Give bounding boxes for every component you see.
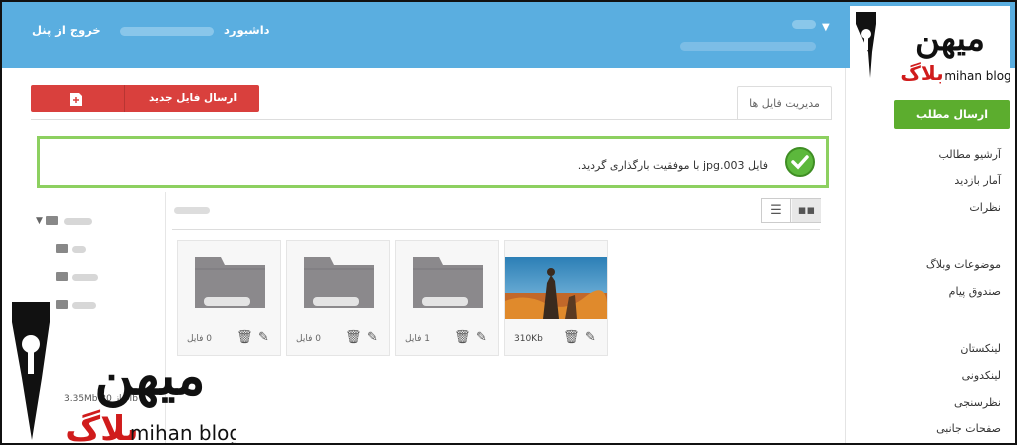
user-email-blurred	[680, 42, 816, 51]
list-view-icon[interactable]: ☰	[762, 199, 791, 222]
svg-text:mihan blog: mihan blog	[130, 421, 236, 445]
svg-text:mihan blog: mihan blog	[944, 69, 1010, 83]
grid-divider	[172, 229, 820, 230]
mihanblog-logo[interactable]: میهن بلاگ mihan blog	[850, 6, 1010, 88]
dashboard-link[interactable]: داشبورد	[224, 23, 270, 37]
app-window: خروج از پنل داشبورد ▼ میهن بلاگ mihan bl…	[0, 0, 1017, 445]
mihanblog-watermark: میهن بلاگ mihan blog	[12, 302, 236, 445]
file-size: 0 فایل	[296, 334, 321, 344]
view-switcher: ☰ ▪▪	[761, 198, 821, 223]
svg-text:میهن: میهن	[94, 343, 205, 409]
tree-folder-icon[interactable]	[56, 244, 68, 253]
sidebar-item-linkdooni[interactable]: لینکدونی	[962, 369, 1001, 382]
file-name-blurred	[422, 297, 468, 306]
success-alert: فایل 003.jpg با موفقیت بارگذاری گردید.	[37, 136, 829, 188]
upload-icon-area[interactable]	[31, 85, 125, 112]
trash-icon[interactable]: 🗑	[345, 330, 362, 345]
file-size: 1 فایل	[405, 334, 430, 344]
sidebar-item-stats[interactable]: آمار بازدید	[954, 174, 1001, 187]
sidebar-item-inbox[interactable]: صندوق پیام	[949, 285, 1001, 298]
tab-file-management[interactable]: مدیریت فایل ها	[737, 86, 832, 120]
sidebar-item-archive[interactable]: آرشیو مطالب	[938, 148, 1001, 161]
pencil-icon[interactable]: ✎	[258, 330, 269, 345]
sidebar-item-categories[interactable]: موضوعات وبلاگ	[926, 258, 1001, 271]
tree-root-folder-icon[interactable]	[46, 216, 58, 225]
trash-icon[interactable]: 🗑	[563, 330, 580, 345]
file-tile-image[interactable]: 310Kb 🗑 ✎	[504, 240, 608, 356]
upload-button-label: ارسال فایل جدید	[148, 92, 238, 104]
file-tile-folder[interactable]: 1 فایل 🗑 ✎	[395, 240, 499, 356]
tree-item-name-blurred[interactable]	[72, 246, 86, 253]
sidebar-item-links[interactable]: لینکستان	[960, 342, 1001, 355]
user-menu-caret-icon[interactable]: ▼	[822, 22, 830, 33]
file-tile-folder[interactable]: 0 فایل 🗑 ✎	[286, 240, 390, 356]
grid-view-icon[interactable]: ▪▪	[792, 199, 821, 222]
pencil-icon[interactable]: ✎	[585, 330, 596, 345]
pencil-icon[interactable]: ✎	[367, 330, 378, 345]
sidebar-item-pages[interactable]: صفحات جانبی	[936, 422, 1001, 435]
send-post-button[interactable]: ارسال مطلب	[894, 100, 1010, 129]
user-name-blurred	[792, 20, 816, 29]
top-bar: خروج از پنل داشبورد ▼	[2, 2, 845, 68]
sidebar-item-comments[interactable]: نظرات	[969, 201, 1001, 214]
upload-file-button[interactable]: ارسال فایل جدید	[31, 85, 259, 112]
file-add-icon	[70, 93, 82, 106]
blurred-menu-link[interactable]	[120, 27, 214, 36]
trash-icon[interactable]: 🗑	[236, 330, 253, 345]
file-size: 310Kb	[514, 334, 543, 344]
svg-text:میهن: میهن	[915, 19, 985, 59]
tree-item-name-blurred[interactable]	[72, 274, 98, 281]
current-path-blurred	[174, 207, 210, 214]
logout-link[interactable]: خروج از پنل	[32, 23, 101, 37]
sidebar-item-poll[interactable]: نظرسنجی	[954, 396, 1001, 409]
tree-root-name-blurred[interactable]	[64, 218, 92, 225]
svg-text:بلاگ: بلاگ	[900, 61, 943, 85]
image-thumbnail	[505, 257, 607, 319]
alert-message: فایل 003.jpg با موفقیت بارگذاری گردید.	[577, 159, 768, 172]
trash-icon[interactable]: 🗑	[454, 330, 471, 345]
tree-folder-icon[interactable]	[56, 272, 68, 281]
tree-collapse-icon[interactable]: ▼	[36, 216, 43, 226]
svg-text:بلاگ: بلاگ	[65, 408, 138, 445]
pencil-icon[interactable]: ✎	[476, 330, 487, 345]
check-circle-icon	[785, 147, 815, 177]
file-name-blurred	[313, 297, 359, 306]
tab-divider	[31, 119, 832, 120]
